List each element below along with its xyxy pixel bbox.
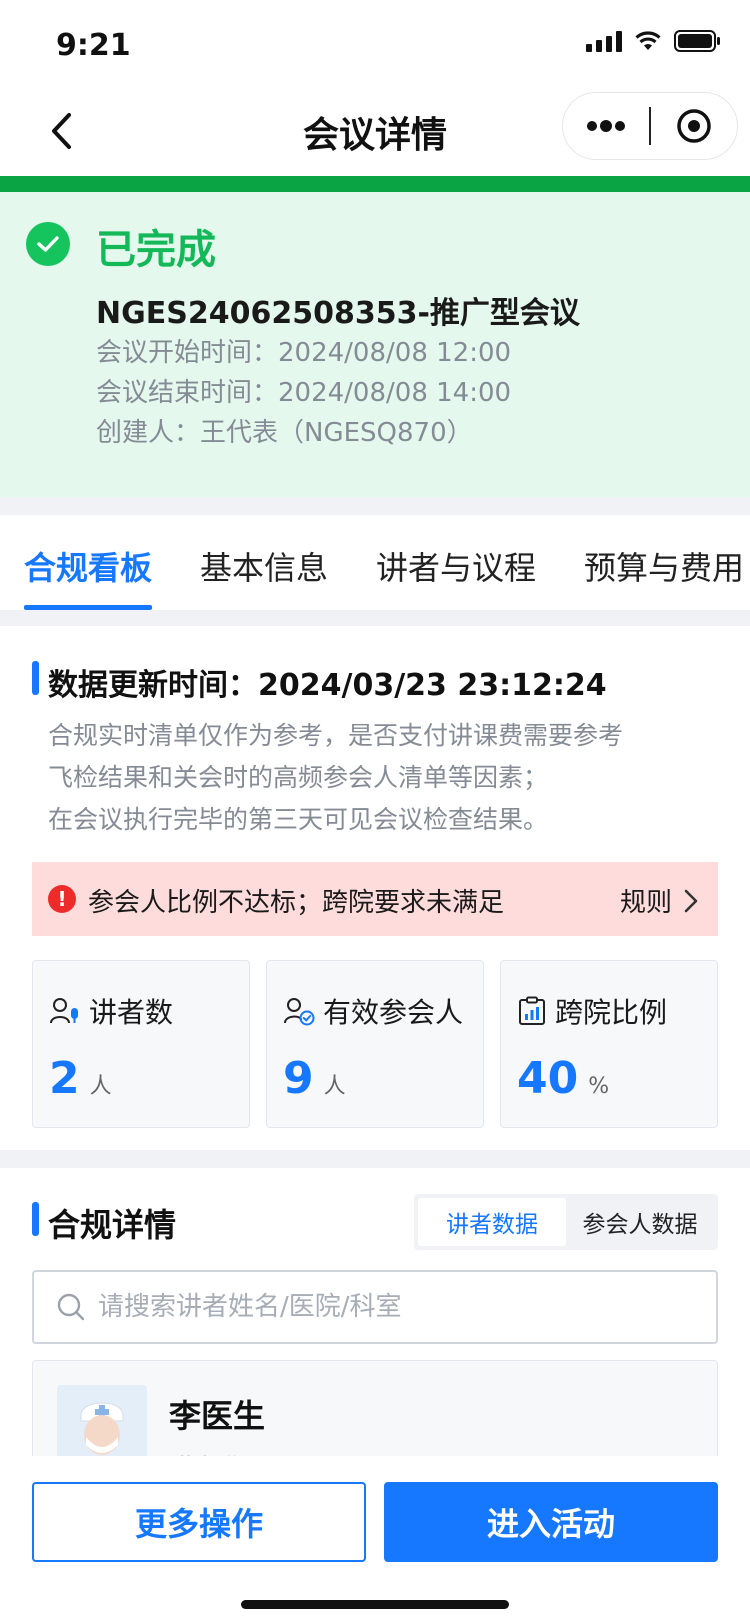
segment-speaker-data[interactable]: 讲者数据: [418, 1198, 566, 1246]
tab-compliance-board[interactable]: 合规看板: [24, 543, 152, 589]
tab-speakers-agenda[interactable]: 讲者与议程: [376, 543, 536, 589]
section-accent-bar: [32, 661, 39, 695]
compliance-note-line: 飞检结果和关会时的高频参会人清单等因素；: [48, 763, 549, 792]
bottom-action-bar: 更多操作 进入活动: [0, 1456, 750, 1624]
more-dots-icon: [587, 120, 625, 132]
stat-label: 讲者数: [89, 996, 174, 1029]
verified-user-icon: [284, 998, 315, 1026]
compliance-note-line: 合规实时清单仅作为参考，是否支付讲课费需要参考: [48, 721, 624, 750]
section-divider: [0, 1150, 750, 1168]
battery-icon: [674, 30, 720, 52]
target-icon: [677, 109, 711, 143]
tab-basic-info[interactable]: 基本信息: [200, 543, 328, 589]
segment-attendee-data[interactable]: 参会人数据: [566, 1198, 714, 1246]
stat-card-speakers: 讲者数 2 人: [32, 960, 250, 1128]
stat-value: 40: [517, 1053, 579, 1104]
speaker-name: 李医生: [169, 1397, 266, 1435]
more-menu-button[interactable]: [563, 93, 649, 159]
stat-unit: %: [588, 1074, 610, 1099]
stat-value: 2: [49, 1053, 80, 1104]
data-type-switch: 讲者数据 参会人数据: [414, 1194, 718, 1250]
compliance-note-line: 在会议执行完毕的第三天可见会议检查结果。: [48, 805, 549, 834]
status-bar: 9:21: [0, 0, 750, 88]
stat-label: 有效参会人: [323, 996, 464, 1029]
meeting-end-time: 会议结束时间：2024/08/08 14:00: [96, 378, 512, 408]
status-color-bar: [0, 176, 750, 192]
nav-bar: 会议详情: [0, 88, 750, 176]
close-miniprogram-button[interactable]: [651, 93, 737, 159]
meeting-creator: 创建人：王代表（NGESQ870）: [96, 418, 473, 448]
data-update-time: 数据更新时间：2024/03/23 23:12:24: [48, 668, 607, 703]
stat-unit: 人: [323, 1074, 346, 1099]
meeting-name: NGES24062508353-推广型会议: [96, 296, 580, 331]
section-accent-bar: [32, 1202, 39, 1236]
compliance-alert: ! 参会人比例不达标；跨院要求未满足 规则: [32, 862, 718, 936]
stat-value: 9: [283, 1053, 314, 1104]
rules-link[interactable]: 规则: [620, 882, 698, 919]
signal-icon: [586, 30, 622, 52]
rules-label: 规则: [619, 888, 672, 918]
status-time: 9:21: [56, 28, 131, 63]
tab-budget-expenses[interactable]: 预算与费用: [584, 543, 744, 589]
miniprogram-capsule: [562, 92, 738, 160]
stat-unit: 人: [89, 1074, 112, 1099]
alert-text: 参会人比例不达标；跨院要求未满足: [88, 888, 505, 918]
wifi-icon: [635, 31, 661, 50]
chevron-right-icon: [684, 889, 698, 912]
check-circle-icon: [26, 222, 70, 266]
speaker-icon: [50, 998, 78, 1024]
status-icons: [586, 30, 722, 52]
meeting-start-time: 会议开始时间：2024/08/08 12:00: [96, 338, 512, 368]
status-banner: 已完成 NGES24062508353-推广型会议 会议开始时间：2024/08…: [0, 192, 750, 497]
error-icon: !: [48, 885, 76, 913]
search-box: [32, 1270, 718, 1344]
home-indicator: [241, 1600, 509, 1609]
status-text: 已完成: [96, 227, 216, 273]
clipboard-chart-icon: [519, 996, 545, 1025]
stat-card-valid-attendees: 有效参会人 9 人: [266, 960, 484, 1128]
stat-card-cross-hospital-ratio: 跨院比例 40 %: [500, 960, 718, 1128]
stat-label: 跨院比例: [555, 996, 668, 1029]
search-input[interactable]: [98, 1292, 658, 1322]
search-icon: [57, 1293, 85, 1321]
more-actions-button[interactable]: 更多操作: [32, 1482, 366, 1562]
section-divider: [0, 497, 750, 515]
section-divider: [0, 610, 750, 626]
enter-activity-button[interactable]: 进入活动: [384, 1482, 718, 1562]
compliance-detail-title: 合规详情: [48, 1206, 177, 1244]
tab-bar: 合规看板 基本信息 讲者与议程 预算与费用: [0, 515, 750, 610]
